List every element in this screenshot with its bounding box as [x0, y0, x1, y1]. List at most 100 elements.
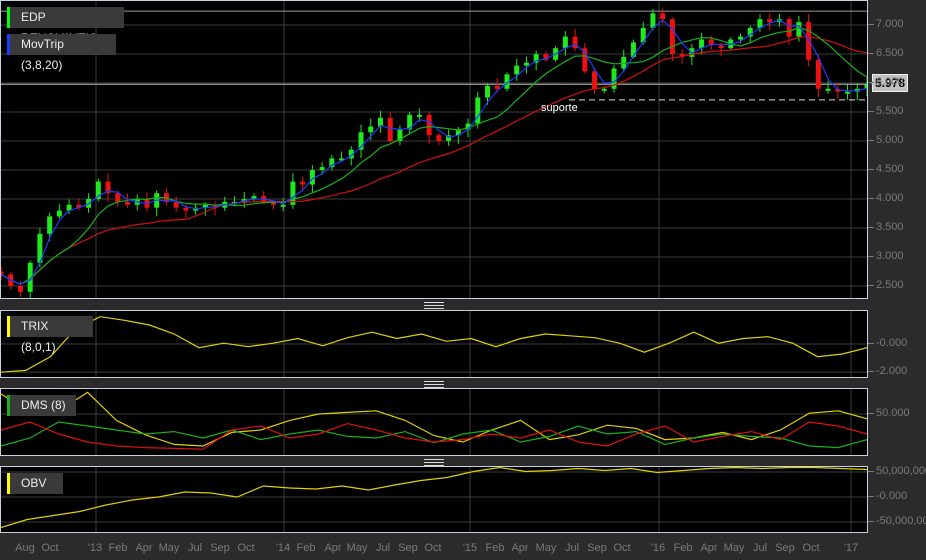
x-tick-label: Jul: [375, 542, 391, 554]
candle-body: [387, 117, 393, 141]
y-tick-label: 4.500: [868, 163, 904, 175]
obv-chart: [1, 467, 867, 532]
candle-body: [630, 42, 636, 57]
candle-body: [806, 22, 812, 60]
dms-panel[interactable]: DMS (8): [0, 388, 868, 456]
trix-panel[interactable]: TRIX (8,0,1): [0, 310, 868, 378]
x-tick-label: Sep: [775, 542, 795, 554]
x-tick-label: Oct: [613, 542, 631, 554]
x-tick-label: Oct: [237, 542, 255, 554]
candle-body: [436, 135, 442, 141]
candle-body: [601, 88, 607, 91]
candle-body: [592, 71, 598, 89]
x-tick-label: Oct: [424, 542, 442, 554]
x-tick-label: May: [723, 542, 745, 554]
trix-axis[interactable]: -0.000 -2.000: [868, 310, 926, 378]
moving-average-20: [1, 36, 867, 285]
x-tick-label: Jul: [187, 542, 203, 554]
candle-body: [183, 207, 189, 211]
panel-resize-handle[interactable]: [424, 381, 444, 388]
candle-body: [738, 36, 744, 40]
x-tick-label: Aug: [15, 542, 35, 554]
candle-body: [494, 85, 500, 89]
y-tick-label: 7.000: [868, 18, 904, 30]
candle-body: [47, 216, 53, 234]
dms-axis[interactable]: 50.000: [868, 388, 926, 456]
y-tick-label: 50.000: [868, 407, 910, 419]
y-tick-label: 5.500: [868, 105, 904, 117]
x-tick-label: May: [535, 542, 557, 554]
price-panel[interactable]: EDP RENOVAVEIS MovTrip (3,8,20): [0, 0, 868, 299]
candle-body: [124, 201, 130, 205]
x-tick-label: Feb: [108, 542, 128, 554]
support-label: suporte: [541, 102, 578, 114]
candle-body: [56, 210, 62, 217]
x-tick-label: Jul: [564, 542, 580, 554]
candle-body: [280, 204, 286, 207]
x-tick-label: Sep: [398, 542, 418, 554]
panel-resize-handle[interactable]: [424, 459, 444, 466]
candle-body: [368, 126, 374, 133]
candle-body: [718, 45, 724, 49]
y-tick-label: -0.000: [868, 490, 907, 502]
obv-panel[interactable]: OBV: [0, 466, 868, 533]
obv-axis[interactable]: 50,000,000 -0.000 -50,000,000: [868, 465, 926, 533]
x-tick-label: Apr: [324, 542, 342, 554]
x-tick-label: May: [346, 542, 368, 554]
x-tick-label: May: [158, 542, 180, 554]
x-tick-label: '14: [275, 542, 291, 554]
moving-average-3: [1, 19, 867, 285]
candle-body: [786, 19, 792, 37]
y-tick-label: 4.000: [868, 192, 904, 204]
y-tick-label: 6.500: [868, 47, 904, 59]
x-tick-label: '15: [462, 542, 478, 554]
candle-body: [523, 62, 529, 66]
x-tick-label: Feb: [296, 542, 316, 554]
dms-plusminus-di-line: [1, 421, 867, 449]
candle-body: [416, 114, 422, 117]
candle-body: [514, 65, 520, 75]
legend-trix[interactable]: TRIX (8,0,1): [7, 316, 93, 354]
candle-body: [767, 19, 773, 23]
y-tick-label: 2.500: [868, 279, 904, 291]
panel-resize-handle[interactable]: [424, 302, 444, 309]
candle-body: [426, 114, 432, 136]
y-tick-label: 5.000: [868, 134, 904, 146]
x-tick-label: Oct: [41, 542, 59, 554]
y-tick-label: 3.000: [868, 250, 904, 262]
candle-body: [485, 85, 491, 98]
legend-obv[interactable]: OBV: [7, 473, 63, 494]
x-tick-label: Apr: [700, 542, 718, 554]
candle-body: [319, 167, 325, 170]
candle-body: [825, 88, 831, 91]
x-tick-label: Apr: [135, 542, 153, 554]
legend-dms[interactable]: DMS (8): [7, 395, 76, 416]
candle-body: [650, 13, 656, 28]
y-tick-label: 6.000: [868, 76, 904, 88]
x-tick-label: Apr: [511, 542, 529, 554]
price-axis[interactable]: 7.000 6.500 6.000 5.500 5.000 4.500 4.000 3.500…: [868, 0, 926, 299]
candle-body: [669, 19, 675, 54]
dms-adx-line: [1, 391, 867, 447]
x-tick-label: '17: [843, 542, 859, 554]
price-chart: [1, 1, 867, 298]
y-tick-label: -50,000,000: [868, 515, 926, 527]
legend-edp-renovaveis[interactable]: EDP RENOVAVEIS: [7, 7, 124, 45]
candle-body: [815, 59, 821, 89]
y-tick-label: -0.000: [868, 337, 907, 349]
x-tick-label: '13: [87, 542, 103, 554]
y-tick-label: 3.500: [868, 221, 904, 233]
candle-body: [300, 181, 306, 185]
x-tick-label: '16: [650, 542, 666, 554]
x-tick-label: Sep: [210, 542, 230, 554]
candle-body: [660, 13, 666, 20]
x-tick-label: Oct: [802, 542, 820, 554]
y-tick-label: 50,000,000: [868, 465, 926, 477]
dms-chart: [1, 389, 867, 455]
candle-body: [115, 193, 121, 202]
candle-body: [173, 201, 179, 208]
y-tick-label: -2.000: [868, 365, 907, 377]
legend-movtrip[interactable]: MovTrip (3,8,20): [7, 34, 116, 72]
x-tick-label: Sep: [587, 542, 607, 554]
x-tick-label: Jul: [752, 542, 768, 554]
